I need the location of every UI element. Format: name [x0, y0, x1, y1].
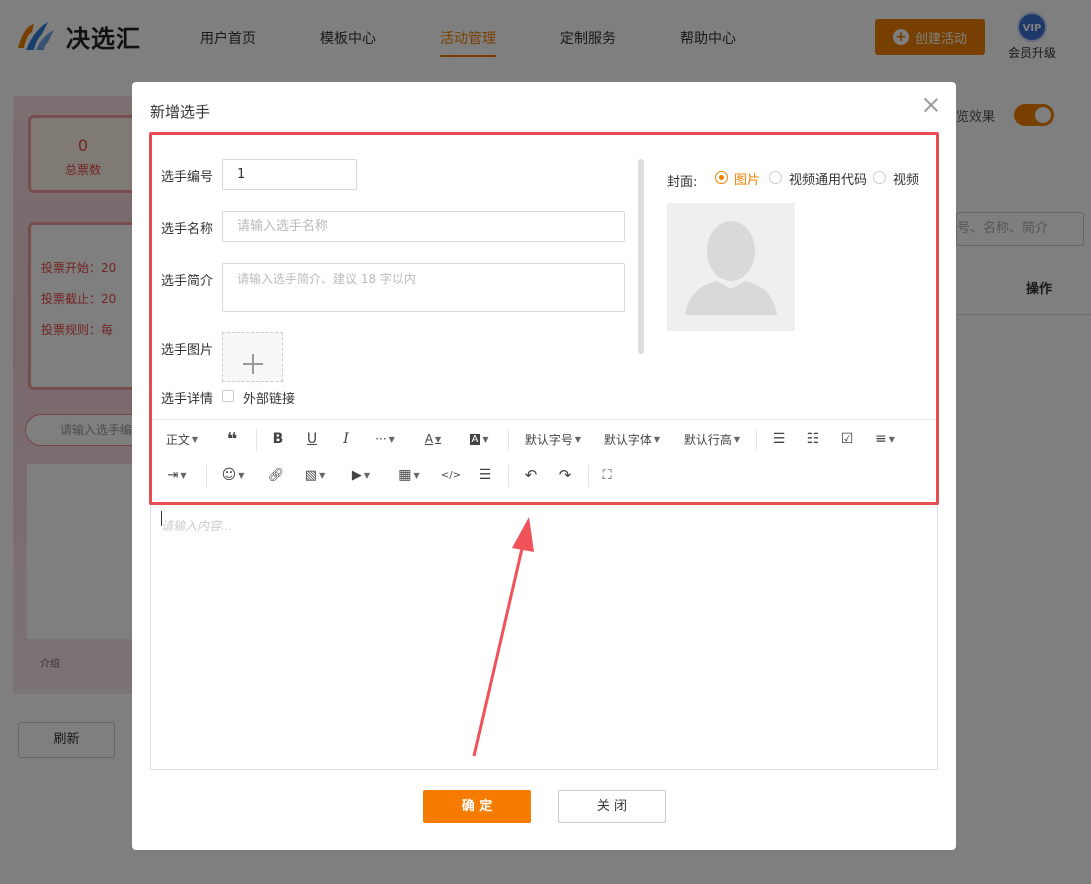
close-icon[interactable] [922, 96, 940, 114]
confirm-button[interactable]: 确 定 [423, 790, 531, 823]
dialog-title: 新增选手 [150, 103, 211, 121]
add-player-dialog: 新增选手 选手编号 1 选手名称 请输入选手名称 选手简介 请输入选手简介、建议… [132, 82, 956, 850]
rich-text-editor[interactable]: 请输入内容... [150, 505, 938, 770]
editor-placeholder: 请输入内容... [161, 519, 233, 533]
highlight-box [149, 132, 939, 505]
close-button[interactable]: 关 闭 [558, 790, 666, 823]
